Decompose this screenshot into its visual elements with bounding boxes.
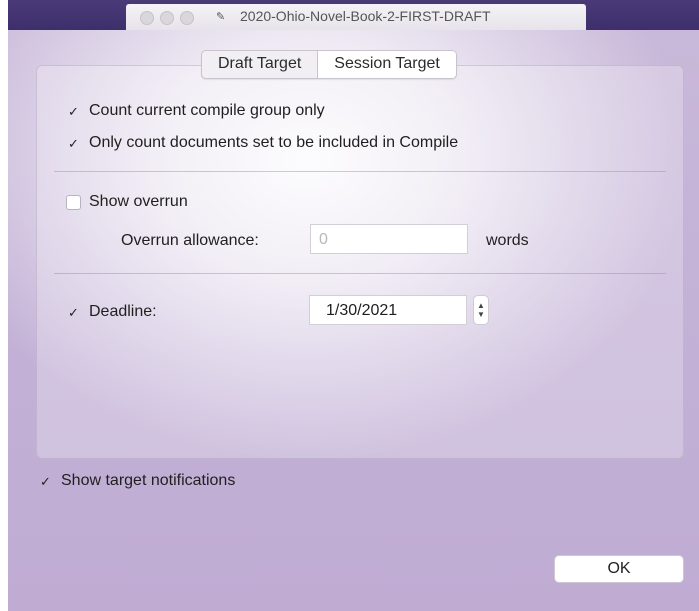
deadline-label: Deadline: xyxy=(89,303,157,320)
deadline-stepper[interactable]: ▲ ▼ xyxy=(473,295,489,325)
stepper-up-icon[interactable]: ▲ xyxy=(477,301,485,310)
target-settings-panel xyxy=(36,65,684,459)
included-documents-option[interactable]: ✓ Only count documents set to be include… xyxy=(66,134,458,152)
deadline-date-field[interactable]: 1/30/2021 xyxy=(309,295,467,325)
target-tabs: Draft Target Session Target xyxy=(201,50,457,79)
show-overrun-label: Show overrun xyxy=(89,193,188,210)
separator xyxy=(54,171,666,172)
show-overrun-option[interactable]: Show overrun xyxy=(66,193,188,211)
notifications-label: Show target notifications xyxy=(61,472,236,489)
overrun-unit-label: words xyxy=(486,232,529,249)
tab-session-target[interactable]: Session Target xyxy=(317,51,456,78)
tab-draft-target[interactable]: Draft Target xyxy=(202,51,317,78)
stepper-down-icon[interactable]: ▼ xyxy=(477,310,485,319)
deadline-checkbox[interactable]: ✓ xyxy=(66,305,81,320)
zoom-window-icon[interactable] xyxy=(180,11,194,25)
deadline-option[interactable]: ✓ Deadline: xyxy=(66,303,157,321)
compile-group-option[interactable]: ✓ Count current compile group only xyxy=(66,102,325,120)
ok-button[interactable]: OK xyxy=(554,555,684,583)
title-bar[interactable]: ✎ 2020-Ohio-Novel-Book-2-FIRST-DRAFT xyxy=(8,0,699,30)
notifications-checkbox[interactable]: ✓ xyxy=(38,474,53,489)
overrun-allowance-input[interactable]: 0 xyxy=(310,224,468,254)
included-documents-checkbox[interactable]: ✓ xyxy=(66,136,81,151)
compile-group-label: Count current compile group only xyxy=(89,102,325,119)
target-settings-window: ✎ 2020-Ohio-Novel-Book-2-FIRST-DRAFT Dra… xyxy=(8,0,699,611)
overrun-allowance-label: Overrun allowance: xyxy=(121,232,259,249)
minimize-window-icon[interactable] xyxy=(160,11,174,25)
notifications-option[interactable]: ✓ Show target notifications xyxy=(38,472,235,490)
separator xyxy=(54,273,666,274)
show-overrun-checkbox[interactable] xyxy=(66,194,81,210)
compile-group-checkbox[interactable]: ✓ xyxy=(66,104,81,119)
close-window-icon[interactable] xyxy=(140,11,154,25)
included-documents-label: Only count documents set to be included … xyxy=(89,134,459,151)
window-title: 2020-Ohio-Novel-Book-2-FIRST-DRAFT xyxy=(240,8,491,24)
document-icon: ✎ xyxy=(216,11,226,23)
